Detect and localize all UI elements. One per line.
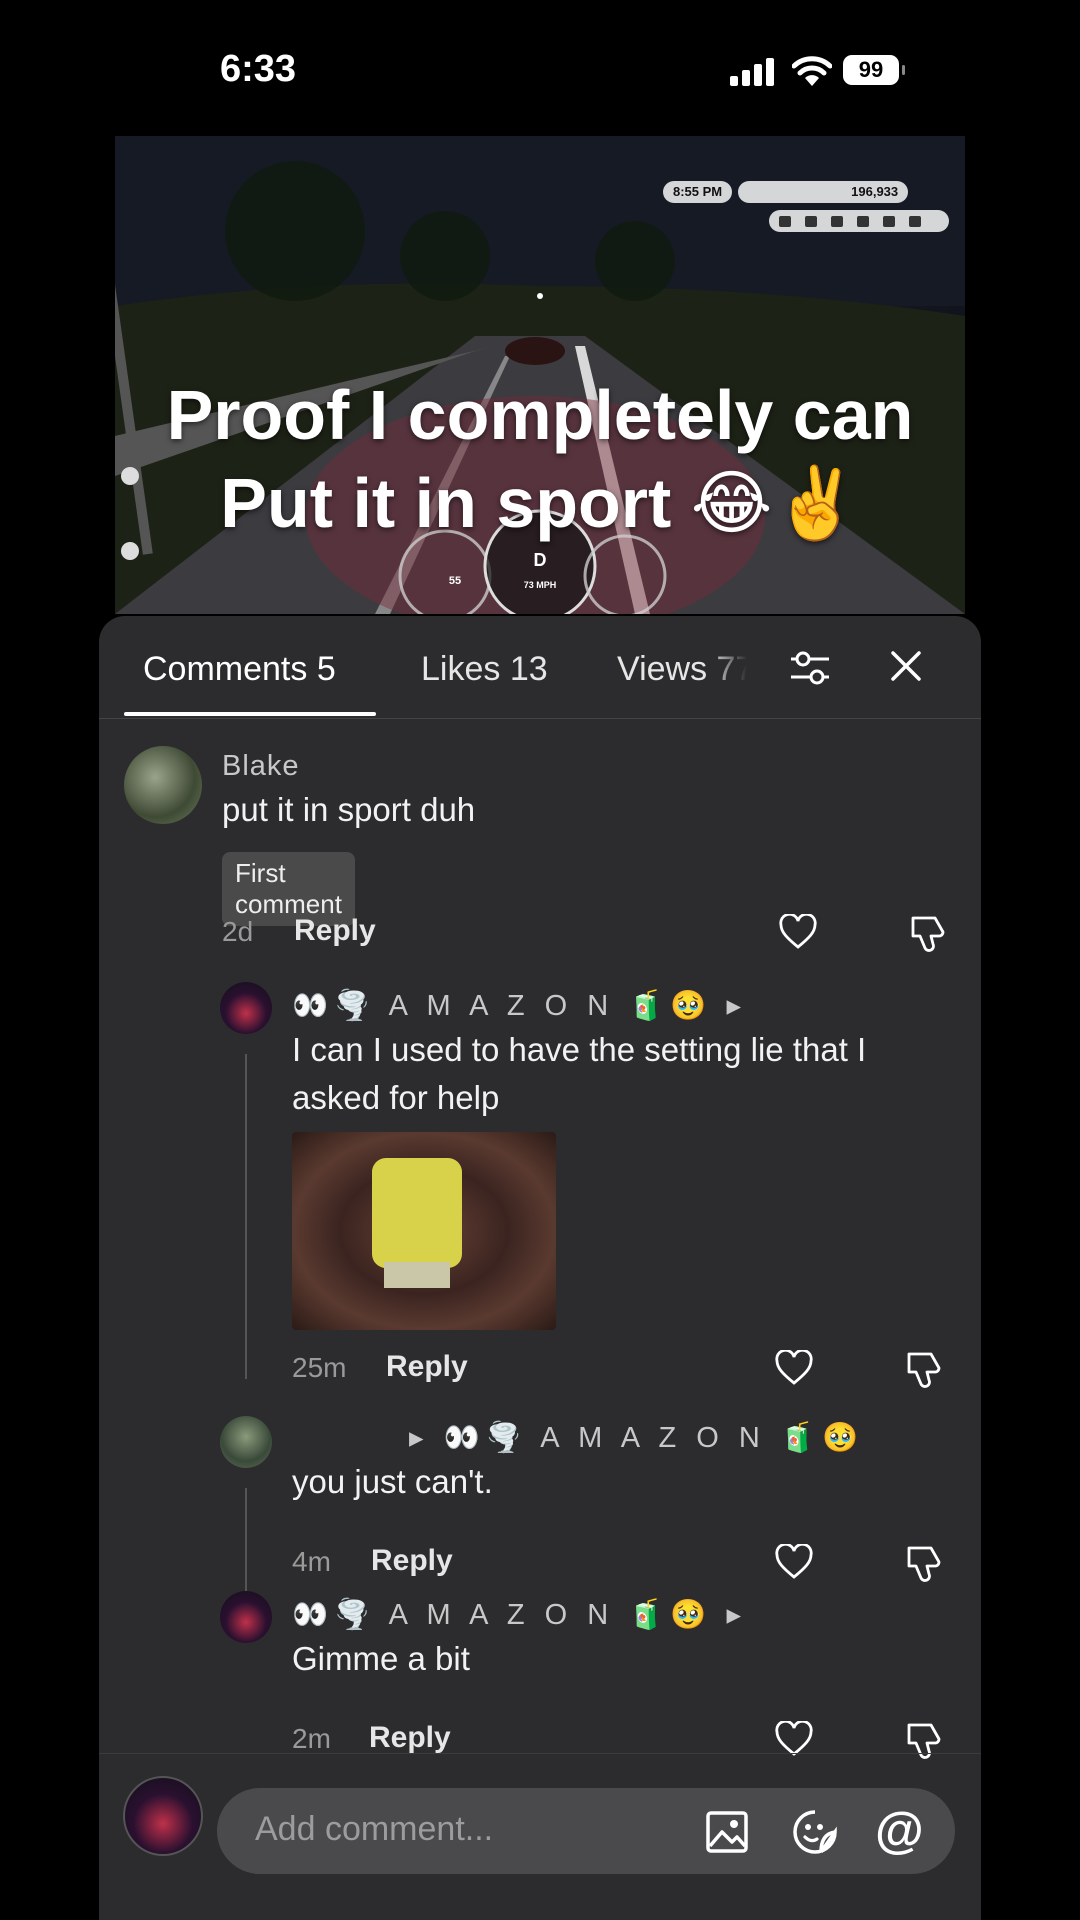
heart-icon[interactable] [775,1350,813,1386]
sticker-character [372,1158,462,1268]
attached-sticker-image[interactable] [292,1132,556,1330]
comment-text: put it in sport duh [222,791,476,828]
avatar[interactable] [220,1416,272,1468]
avatar[interactable] [220,1591,272,1643]
sticker-emoji-icon[interactable] [791,1808,839,1856]
comment-time: 4m [292,1546,331,1577]
comment-username[interactable]: ▸ 👀🌪️ A M A Z O N 🧃🥹 [409,1420,864,1455]
add-comment-input[interactable]: Add comment... @ [217,1788,955,1874]
reply-button[interactable]: Reply [371,1544,453,1578]
reply-button[interactable]: Reply [369,1721,451,1755]
dislike-icon[interactable] [905,1544,943,1582]
hud-speed-limit: 55 [449,575,461,587]
caption-line-2: Put it in sport 😂✌️ [220,464,860,542]
thread-line [245,1488,247,1598]
cellular-signal-icon [730,58,776,86]
tab-likes[interactable]: Likes 13 [421,650,548,689]
tab-views[interactable]: Views 77 [617,650,747,689]
comment-username[interactable]: 👀🌪️ A M A Z O N 🧃🥹 ▸ [292,1597,747,1632]
active-tab-indicator [124,712,376,716]
status-bar: 6:33 99 [0,0,1080,140]
hud-speed: 73 MPH [524,580,557,590]
hud-time: 8:55 PM [663,181,733,203]
image-icon[interactable] [705,1810,749,1854]
video-caption: Proof I completely can Put it in sport 😂… [115,371,965,547]
heart-icon[interactable] [779,914,817,950]
comment-time: 2m [292,1723,331,1754]
game-hud: 8:55 PM 196,933 [663,181,909,203]
heart-icon[interactable] [775,1721,813,1757]
thread-line [245,1054,247,1379]
avatar[interactable] [220,982,272,1034]
dislike-icon[interactable] [909,914,947,952]
heart-icon[interactable] [775,1544,813,1580]
dislike-icon[interactable] [905,1350,943,1388]
tab-comments[interactable]: Comments 5 [143,650,336,689]
filter-icon[interactable] [789,648,831,688]
comment-text: you just can't. [292,1463,493,1500]
close-icon[interactable] [890,650,922,682]
mention-icon[interactable]: @ [875,1802,924,1858]
reply-button[interactable]: Reply [386,1350,468,1384]
comment-username[interactable]: 👀🌪️ A M A Z O N 🧃🥹 ▸ [292,988,747,1023]
hud-gear: D [534,550,547,570]
comments-sheet: Comments 5 Likes 13 Views 77 Blake put i… [99,616,981,1920]
comment-text: I can I used to have the setting lie tha… [292,1031,867,1116]
battery-indicator: 99 [843,55,905,85]
avatar[interactable] [124,746,202,824]
reply-button[interactable]: Reply [294,914,376,948]
current-user-avatar[interactable] [123,1776,203,1856]
hud-toolbar [769,210,949,232]
caption-line-1: Proof I completely can [166,376,914,454]
comment-time: 25m [292,1352,347,1383]
add-comment-placeholder: Add comment... [255,1810,494,1848]
video-preview[interactable]: D 73 MPH 55 8:55 PM 196,933 Proof I comp… [115,136,965,614]
comment-username[interactable]: Blake [222,750,300,783]
sheet-tabs: Comments 5 Likes 13 Views 77 [99,616,981,719]
comment-input-bar: Add comment... @ [99,1753,981,1920]
comment-time: 2d [222,916,254,947]
wifi-icon [792,56,832,86]
hud-cash: 196,933 [738,181,909,203]
comment-text: Gimme a bit [292,1640,470,1677]
status-time: 6:33 [220,48,297,90]
